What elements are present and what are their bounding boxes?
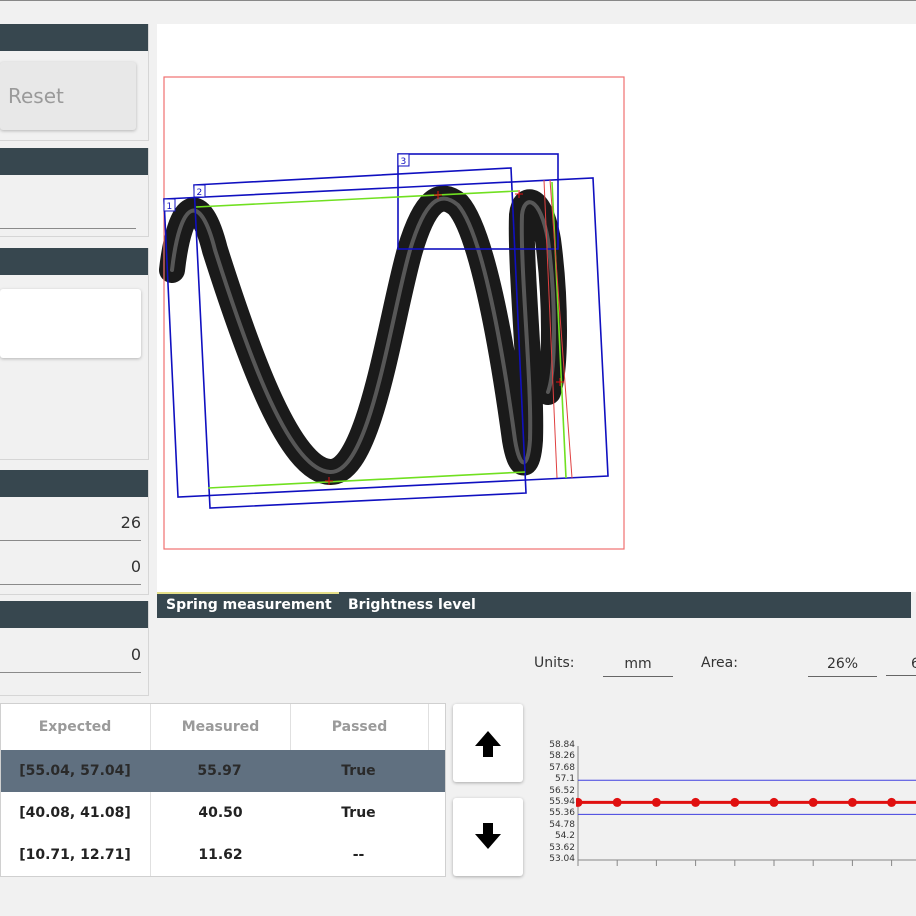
arrow-up-icon [475,731,501,757]
move-up-button[interactable] [453,704,523,782]
cell-measured: 55.97 [197,763,242,779]
panel-header [0,470,148,497]
param-field-b[interactable]: 0 [0,557,141,576]
y-tick-label: 58.84 [549,740,575,750]
cell-expected: [10.71, 12.71] [19,847,131,863]
spring-image: 1 2 3 [159,76,625,550]
units-label: Units: [534,655,575,671]
cell-measured: 11.62 [150,834,290,876]
panel-header [0,148,148,175]
roi-label-3: 3 [401,157,407,167]
roi-label-1: 1 [167,202,173,212]
y-tick-label: 56.52 [549,785,575,796]
data-point [691,797,701,807]
cell-expected: [55.04, 57.04] [19,763,131,779]
cell-expected: [40.08, 41.08] [19,805,131,821]
column-header-measured[interactable]: Measured [150,704,290,750]
cell-passed: True [341,805,376,821]
table-row[interactable]: [10.71, 12.71] 11.62 -- [1,834,447,876]
y-tick-label: 53.62 [549,842,575,853]
y-tick-label: 55.36 [549,808,575,819]
extra-field[interactable]: 6 [886,652,916,676]
field-underline [0,540,141,541]
data-point [769,797,779,807]
move-down-button[interactable] [453,798,523,876]
roi-label-2: 2 [197,188,203,198]
data-point [808,797,818,807]
top-border [0,0,916,1]
y-tick-label: 57.1 [554,774,575,785]
y-tick-label: 57.68 [549,762,575,773]
y-tick-label: 55.94 [549,797,575,807]
y-tick-label: 58.26 [549,751,575,762]
y-tick-label: 54.78 [549,819,575,830]
view-tabs: Spring measurement Brightness level [157,592,911,618]
column-header-passed[interactable]: Passed [290,704,429,750]
cell-passed: True [341,763,376,779]
reset-button[interactable]: Reset [0,62,136,130]
text-field[interactable] [0,228,136,229]
data-point [887,797,897,807]
arrow-down-icon [475,823,501,849]
data-point [612,797,622,807]
data-point [651,797,661,807]
image-viewer[interactable]: 1 2 3 [157,24,916,592]
tab-brightness-level[interactable]: Brightness level [348,592,476,618]
param-field-a[interactable]: 26 [0,513,141,532]
y-tick-label: 54.2 [554,831,575,842]
bottom-fit-line [207,471,526,489]
cell-passed: -- [352,847,365,863]
tab-spring-measurement[interactable]: Spring measurement [166,592,332,618]
trend-chart [576,746,916,866]
units-field[interactable]: mm [603,652,673,677]
data-point [730,797,740,807]
cell-measured: 40.50 [150,792,290,834]
results-table: Expected Measured Passed [55.04, 57.04] … [0,703,446,877]
field-underline [0,584,141,585]
table-row[interactable]: [40.08, 41.08] 40.50 True [1,792,447,834]
table-row[interactable]: [55.04, 57.04] 55.97 True [1,750,447,792]
area-field[interactable]: 26% [808,652,877,677]
param-field-c[interactable]: 0 [0,645,141,664]
y-tick-label: 53.04 [549,854,575,864]
column-header-expected[interactable]: Expected [1,704,149,750]
field-underline [0,672,141,673]
preview-box[interactable] [0,289,141,358]
panel-header [0,601,148,628]
panel-header [0,248,148,275]
area-label: Area: [701,655,738,671]
data-point [847,797,857,807]
data-point [576,797,583,807]
panel-header [0,24,148,51]
